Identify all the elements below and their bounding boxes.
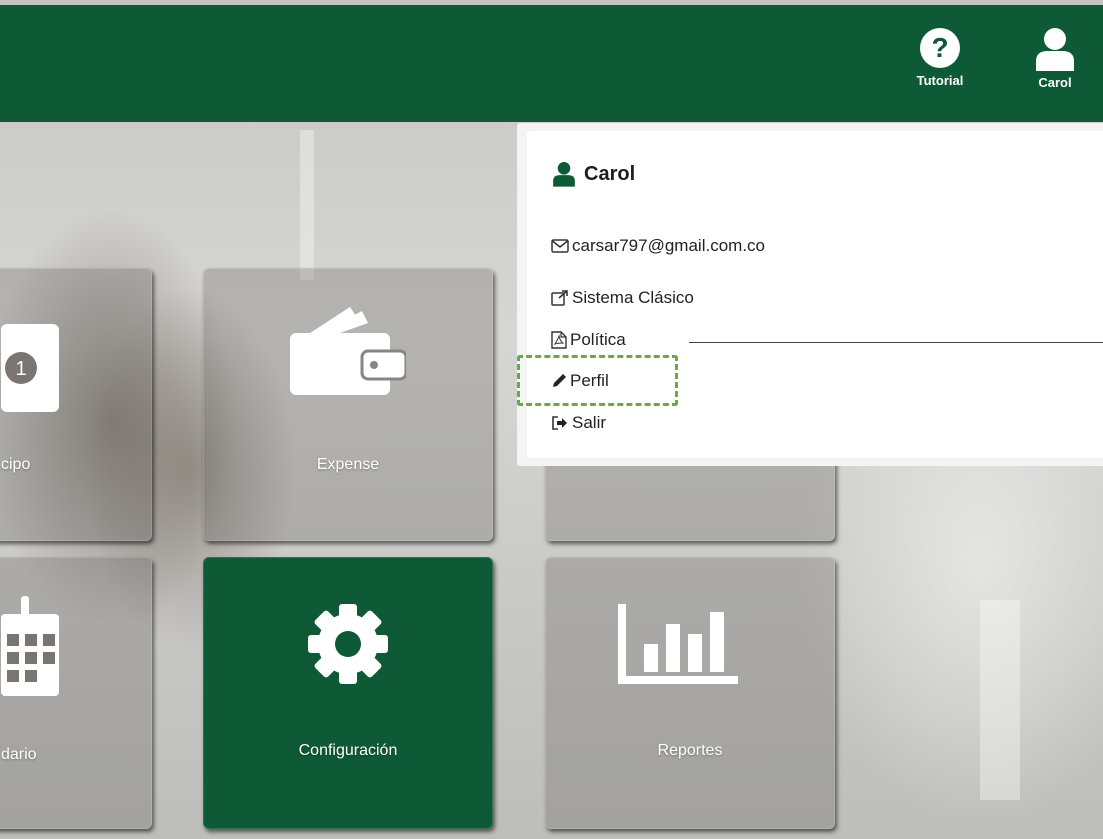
pdf-icon bbox=[551, 331, 567, 349]
tutorial-button[interactable]: ? Tutorial bbox=[900, 27, 980, 88]
external-link-icon bbox=[551, 290, 568, 306]
politica-label: Política bbox=[570, 330, 626, 349]
background-window-frame bbox=[980, 600, 1020, 800]
help-icon: ? bbox=[920, 28, 960, 68]
politica-link[interactable]: Política bbox=[551, 330, 626, 350]
tile-expense-label: Expense bbox=[316, 456, 380, 473]
bar-chart-icon bbox=[618, 604, 738, 684]
annotation-line bbox=[689, 342, 1103, 343]
user-menu-button[interactable]: Carol bbox=[1015, 27, 1095, 90]
salir-link[interactable]: Salir bbox=[551, 413, 606, 433]
tile-expense[interactable]: Expense bbox=[203, 268, 493, 541]
dropdown-user-name: Carol bbox=[552, 161, 635, 187]
tutorial-label: Tutorial bbox=[916, 73, 964, 88]
wallet-icon bbox=[290, 307, 406, 395]
envelope-icon bbox=[551, 239, 569, 253]
top-header: ? Tutorial Carol bbox=[0, 5, 1103, 122]
svg-text:?: ? bbox=[931, 32, 948, 63]
tile-calendario[interactable]: dario bbox=[0, 557, 152, 829]
tile-reportes-label: Reportes bbox=[657, 742, 723, 759]
user-label: Carol bbox=[1038, 75, 1072, 90]
sign-out-icon bbox=[552, 416, 567, 430]
tile-reportes[interactable]: Reportes bbox=[545, 557, 835, 829]
tile-anticipo-label: cipo bbox=[1, 456, 31, 473]
sistema-clasico-label: Sistema Clásico bbox=[572, 288, 694, 307]
user-dropdown-menu: Carol carsar797@gmail.com.co Sistema Clá… bbox=[517, 123, 1103, 466]
calendar-icon bbox=[1, 596, 59, 696]
money-icon: 1 bbox=[1, 324, 59, 412]
sistema-clasico-link[interactable]: Sistema Clásico bbox=[551, 288, 694, 308]
user-icon bbox=[1036, 28, 1074, 71]
gear-icon bbox=[308, 604, 388, 684]
salir-label: Salir bbox=[572, 413, 607, 432]
tile-anticipo[interactable]: 1 cipo bbox=[0, 268, 152, 541]
tile-configuracion-label: Configuración bbox=[298, 742, 398, 759]
tile-configuracion[interactable]: Configuración bbox=[203, 557, 493, 829]
email-item[interactable]: carsar797@gmail.com.co bbox=[551, 236, 765, 256]
dropdown-user-name-text: Carol bbox=[584, 162, 636, 185]
user-icon bbox=[553, 162, 575, 187]
tile-calendario-label: dario bbox=[1, 746, 37, 763]
user-dropdown-panel: Carol carsar797@gmail.com.co Sistema Clá… bbox=[527, 131, 1103, 458]
perfil-highlight-box bbox=[517, 355, 678, 406]
email-text: carsar797@gmail.com.co bbox=[572, 236, 765, 255]
svg-text:1: 1 bbox=[15, 358, 26, 380]
background-window-frame bbox=[300, 130, 314, 280]
